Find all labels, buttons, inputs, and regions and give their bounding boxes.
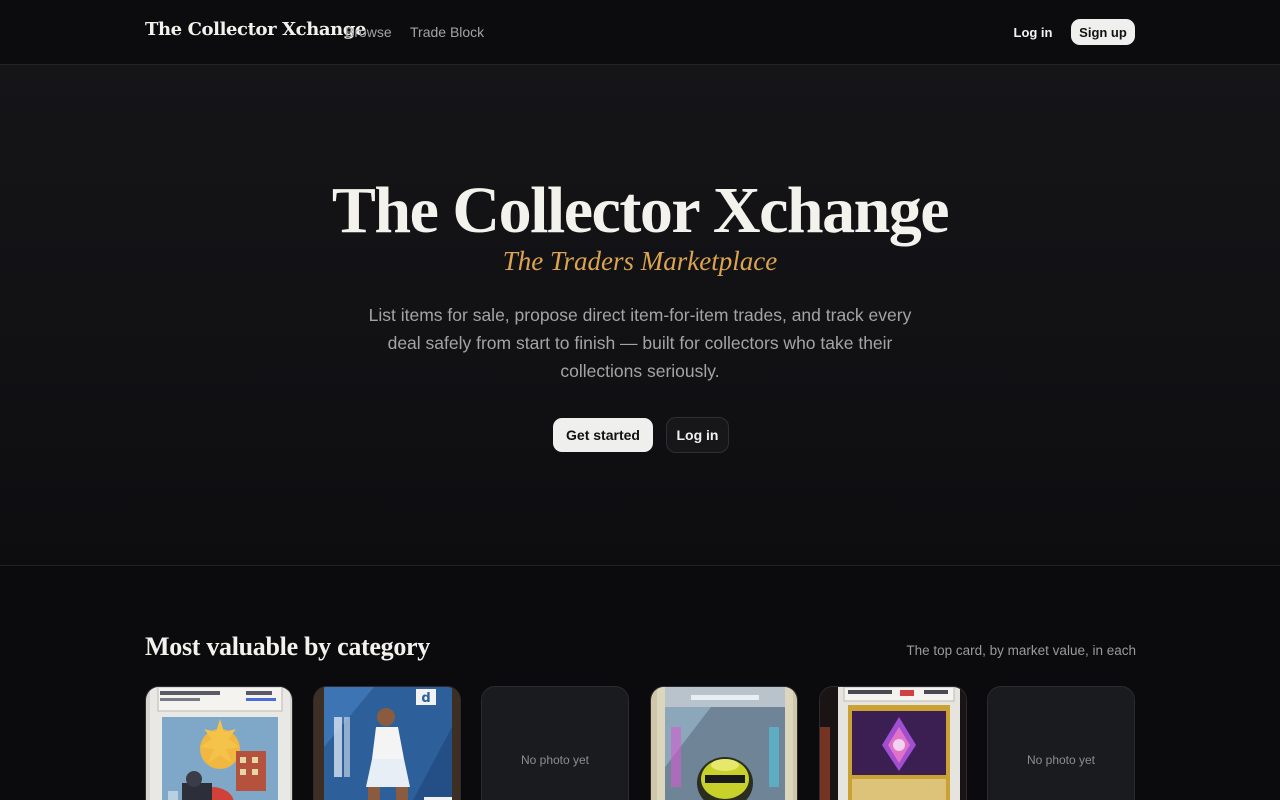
top-nav: The Collector Xchange Browse Trade Block… (0, 0, 1280, 65)
nav-link-browse[interactable]: Browse (345, 24, 392, 40)
hero-description: List items for sale, propose direct item… (368, 305, 912, 381)
card-photo: d (314, 687, 460, 800)
nav-login-button[interactable]: Log in (1006, 19, 1060, 45)
hero-login-button[interactable]: Log in (666, 417, 729, 453)
no-photo-placeholder: No photo yet (520, 753, 590, 767)
hero-title: The Collector Xchange (331, 174, 950, 247)
section-subtitle: The top card, by market value, in each (906, 643, 1136, 658)
brand-logo[interactable]: The Collector Xchange (145, 19, 366, 40)
card-photo (146, 687, 292, 800)
card-photo (820, 687, 966, 800)
get-started-button[interactable]: Get started (553, 418, 653, 452)
section-title: Most valuable by category (145, 632, 430, 661)
card-photo (651, 687, 797, 800)
nav-signup-button[interactable]: Sign up (1071, 19, 1135, 45)
hero-tagline: The Traders Marketplace (502, 246, 778, 276)
hero-section: The Collector Xchange The Traders Market… (0, 65, 1280, 566)
nav-link-trade-block[interactable]: Trade Block (410, 24, 484, 40)
no-photo-placeholder: No photo yet (1026, 753, 1096, 767)
category-card-4[interactable] (650, 686, 798, 800)
category-card-2[interactable]: d (313, 686, 461, 800)
svg-text:d: d (421, 691, 430, 706)
category-card-6[interactable]: No photo yet (987, 686, 1135, 800)
category-card-3[interactable]: No photo yet (481, 686, 629, 800)
category-card-5[interactable] (819, 686, 967, 800)
category-card-1[interactable] (145, 686, 293, 800)
